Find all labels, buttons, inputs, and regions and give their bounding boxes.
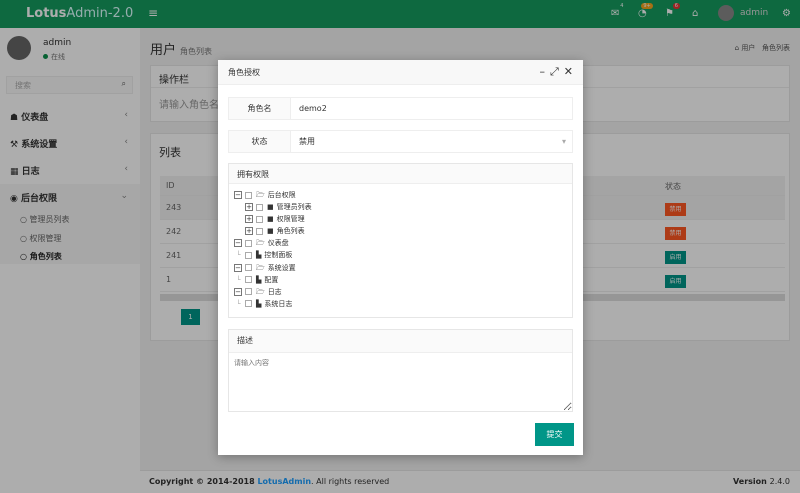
checkbox[interactable] (245, 300, 252, 308)
tree-node[interactable]: └ ▙ 控制面板 (234, 249, 567, 261)
tree-node-label: 权限管理 (276, 215, 305, 224)
file-icon: ▙ (256, 275, 262, 284)
folder-open-icon: 🗁 (256, 191, 265, 199)
checkbox[interactable] (245, 264, 252, 272)
permission-tree: − 🗁 后台权限 + ■ 管理员列表 + ■ 权限管理 + ■ 角色列表 − 🗁 仪表盘 └ ▙ 控制面板… (229, 184, 572, 315)
checkbox[interactable] (245, 288, 252, 296)
tree-node[interactable]: + ■ 权限管理 (234, 213, 567, 225)
tree-node-label: 配置 (264, 275, 279, 284)
dialog-controls: – ⤢ ✕ (534, 65, 573, 79)
description-panel: 描述 (228, 329, 573, 412)
tree-node[interactable]: + ■ 角色列表 (234, 225, 567, 237)
tree-node[interactable]: − 🗁 仪表盘 (234, 237, 567, 249)
expand-toggle-icon[interactable]: + (245, 215, 253, 224)
permissions-panel: 拥有权限 − 🗁 后台权限 + ■ 管理员列表 + ■ 权限管理 + ■ 角色列表 − 🗁 仪表盘 └… (228, 163, 573, 318)
submit-button[interactable]: 提交 (535, 423, 574, 446)
status-value: 禁用 (299, 137, 315, 146)
tree-node-label: 后台权限 (267, 191, 296, 199)
tree-line: └ (234, 251, 241, 260)
description-title: 描述 (229, 330, 572, 353)
permissions-title: 拥有权限 (229, 164, 572, 184)
checkbox[interactable] (245, 239, 252, 247)
file-icon: ▙ (256, 251, 262, 260)
tree-node-label: 仪表盘 (267, 239, 289, 248)
tree-node-label: 控制面板 (264, 251, 293, 260)
collapse-toggle-icon[interactable]: − (234, 287, 242, 296)
folder-icon: ■ (267, 215, 274, 224)
checkbox[interactable] (256, 215, 263, 223)
tree-node-label: 管理员列表 (276, 203, 312, 212)
role-name-label: 角色名 (229, 98, 291, 119)
tree-node[interactable]: + ■ 管理员列表 (234, 201, 567, 213)
tree-line (234, 225, 245, 237)
folder-open-icon: 🗁 (256, 287, 265, 296)
tree-line (234, 213, 245, 225)
description-textarea[interactable] (229, 353, 572, 411)
status-row: 状态 禁用 ▾ (228, 130, 573, 153)
checkbox[interactable] (245, 276, 252, 284)
checkbox[interactable] (256, 227, 263, 235)
tree-node-label: 日志 (267, 287, 282, 296)
collapse-toggle-icon[interactable]: − (234, 191, 242, 200)
maximize-icon[interactable]: ⤢ (550, 65, 559, 78)
folder-icon: ■ (267, 203, 274, 212)
minimize-icon[interactable]: – (539, 65, 545, 78)
role-name-row: 角色名 demo2 (228, 97, 573, 120)
folder-open-icon: 🗁 (256, 263, 265, 272)
folder-open-icon: 🗁 (256, 239, 265, 248)
file-icon: ▙ (256, 299, 262, 308)
checkbox[interactable] (256, 203, 263, 211)
status-label: 状态 (229, 131, 291, 152)
tree-node-label: 系统设置 (267, 263, 296, 272)
folder-icon: ■ (267, 227, 274, 236)
tree-node[interactable]: └ ▙ 系统日志 (234, 298, 567, 310)
tree-node[interactable]: − 🗁 系统设置 (234, 262, 567, 274)
collapse-toggle-icon[interactable]: − (234, 263, 242, 272)
expand-toggle-icon[interactable]: + (245, 227, 253, 236)
tree-node-label: 系统日志 (264, 299, 293, 308)
checkbox[interactable] (245, 252, 252, 260)
dialog-title: 角色授权 (218, 60, 583, 85)
tree-node-label: 角色列表 (276, 227, 305, 236)
tree-line: └ (234, 299, 241, 308)
tree-node[interactable]: − 🗁 后台权限 (234, 189, 567, 201)
tree-line: └ (234, 275, 241, 284)
tree-node[interactable]: − 🗁 日志 (234, 286, 567, 298)
role-auth-dialog: 角色授权 – ⤢ ✕ 角色名 demo2 状态 禁用 ▾ 拥有权限 − 🗁 后台权限 + ■ 管理… (218, 60, 583, 455)
chevron-down-icon: ▾ (561, 137, 566, 146)
close-icon[interactable]: ✕ (564, 65, 573, 78)
collapse-toggle-icon[interactable]: − (234, 239, 242, 248)
checkbox[interactable] (245, 191, 252, 199)
role-name-input[interactable]: demo2 (291, 98, 572, 119)
tree-line (234, 201, 245, 213)
tree-node[interactable]: └ ▙ 配置 (234, 274, 567, 286)
status-select[interactable]: 禁用 ▾ (291, 131, 572, 152)
expand-toggle-icon[interactable]: + (245, 203, 253, 212)
